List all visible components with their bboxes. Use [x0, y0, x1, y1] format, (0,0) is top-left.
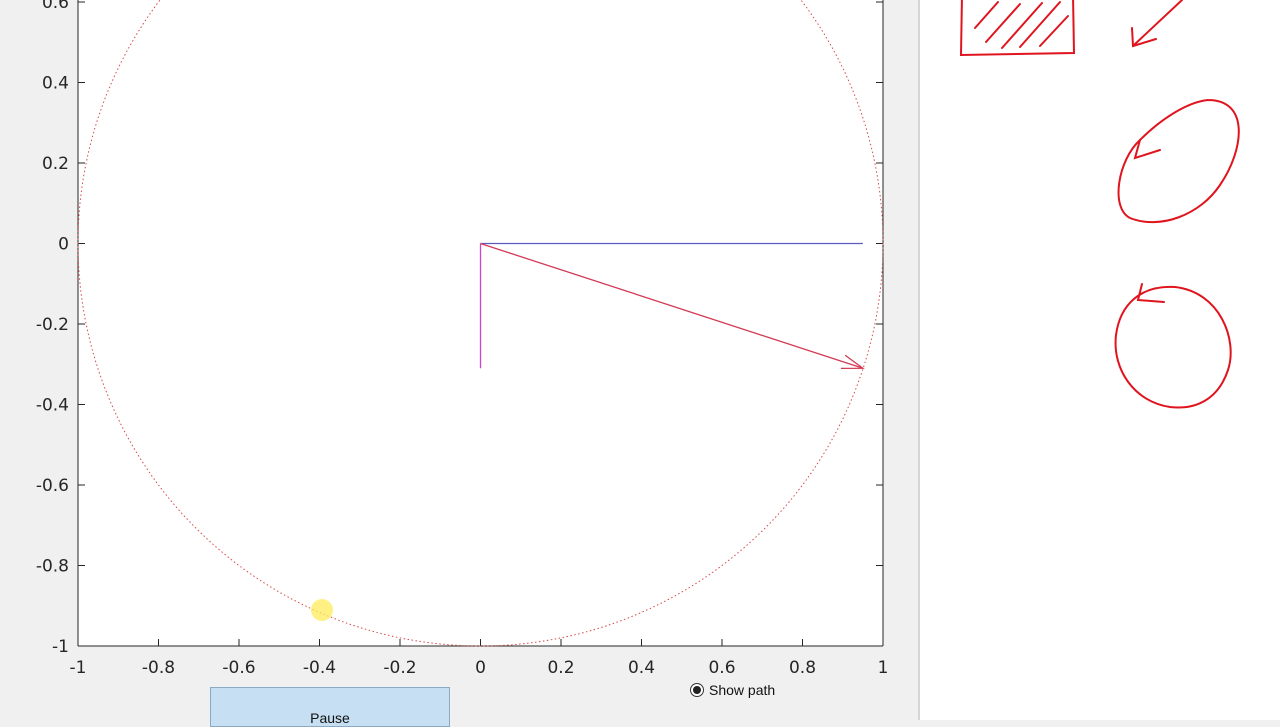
- figure-window: -1 -0.8 -0.6 -0.4 -0.2 0 0.2 0.4 0.6 0.8 1 -1 -0.8 -0…: [0, 0, 918, 727]
- clockwise-circle-sketch: [1117, 99, 1240, 224]
- pause-button[interactable]: Pause: [210, 687, 450, 727]
- x-tick-label: -0.6: [222, 658, 255, 678]
- cursor-highlight: [311, 599, 333, 621]
- x-tick-label: -0.2: [383, 658, 416, 678]
- x-tick-label: 1: [878, 658, 889, 678]
- show-path-radio[interactable]: Show path: [690, 680, 775, 700]
- y-tick-label: -0.2: [36, 315, 69, 335]
- x-tick-label: 0.6: [708, 658, 735, 678]
- x-tick-label: 0.2: [547, 658, 574, 678]
- x-tick-label: 0: [475, 658, 486, 678]
- y-tick-label: -0.6: [36, 476, 69, 496]
- x-tick-label: -0.4: [303, 658, 336, 678]
- y-tick-label: 0: [58, 235, 69, 255]
- circle-arrow-sketch: [1114, 283, 1232, 409]
- show-path-label: Show path: [709, 682, 776, 698]
- y-tick-label: -0.8: [36, 557, 69, 577]
- whiteboard-canvas: [959, 0, 1240, 409]
- radio-indicator[interactable]: [690, 683, 704, 697]
- x-tick-label: 0.8: [789, 658, 816, 678]
- x-tick-label: -0.8: [142, 658, 175, 678]
- y-tick-label: 0.4: [42, 74, 69, 94]
- x-tick-label: -1: [70, 658, 87, 678]
- hatched-square-sketch: [959, 0, 1076, 57]
- y-tick-label: -1: [52, 637, 69, 657]
- arrow-down-left-sketch: [1131, 0, 1183, 48]
- y-tick-label: 0.2: [42, 154, 69, 174]
- y-tick-label: 0.6: [42, 0, 69, 13]
- x-tick-label: 0.4: [628, 658, 655, 678]
- y-tick-label: -0.4: [36, 396, 69, 416]
- whiteboard-panel: [920, 0, 1280, 720]
- plot-axes: -1 -0.8 -0.6 -0.4 -0.2 0 0.2 0.4 0.6 0.8 1 -1 -0.8 -0…: [36, 0, 889, 678]
